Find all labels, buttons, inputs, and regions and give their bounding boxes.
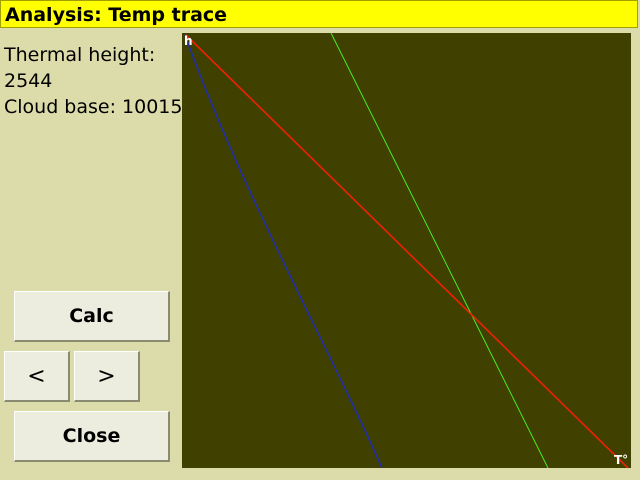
previous-button[interactable]: < — [4, 351, 70, 402]
app-window: Analysis: Temp trace Thermal height: 254… — [0, 0, 640, 480]
thermal-height-value: 2544 — [4, 70, 53, 92]
cloud-base-text: Cloud base: 10015 — [4, 96, 183, 118]
x-axis-label: T° — [614, 453, 628, 467]
close-button[interactable]: Close — [14, 411, 170, 462]
y-axis-label: h — [184, 34, 193, 48]
window-title: Analysis: Temp trace — [0, 0, 638, 28]
temp-trace-plot: h T° — [182, 33, 631, 468]
calc-button[interactable]: Calc — [14, 291, 170, 342]
info-panel: Thermal height: 2544 Cloud base: 10015 — [4, 42, 183, 120]
next-button[interactable]: > — [74, 351, 140, 402]
thermal-height-label: Thermal height: — [4, 44, 156, 66]
temp-trace-svg: h T° — [182, 33, 631, 468]
